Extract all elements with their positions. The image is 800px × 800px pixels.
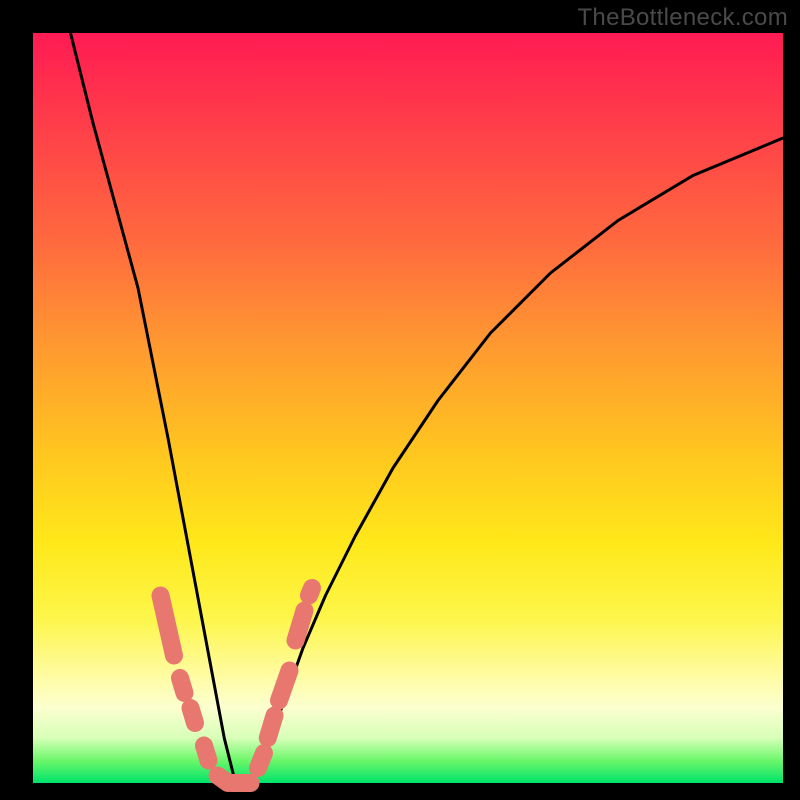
highlight-capsule bbox=[296, 611, 305, 641]
watermark-text: TheBottleneck.com bbox=[577, 4, 788, 32]
highlight-capsule bbox=[161, 596, 175, 656]
highlight-capsule bbox=[180, 678, 185, 693]
highlight-capsule bbox=[204, 746, 209, 761]
chart-frame: TheBottleneck.com bbox=[0, 0, 800, 800]
highlight-capsule bbox=[309, 588, 312, 596]
highlight-capsule bbox=[191, 708, 196, 723]
highlight-capsule bbox=[268, 716, 275, 739]
highlight-capsule bbox=[279, 671, 290, 701]
highlight-capsule bbox=[258, 753, 264, 768]
marker-layer bbox=[161, 588, 313, 783]
bottleneck-chart bbox=[33, 33, 783, 783]
